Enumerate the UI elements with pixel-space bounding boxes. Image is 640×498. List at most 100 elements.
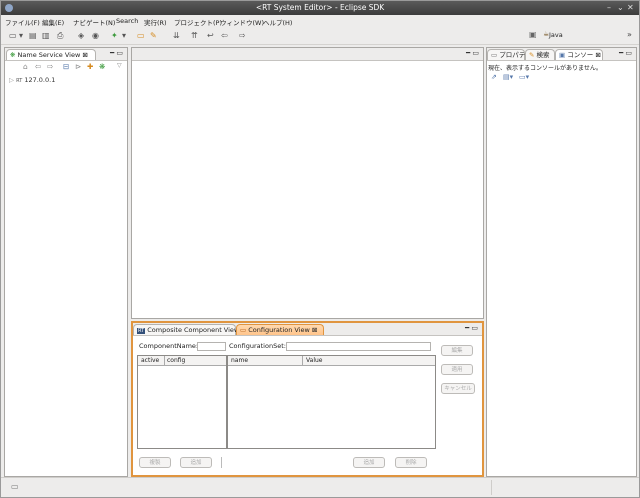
tab-search[interactable]: ✎ 検索 xyxy=(525,49,555,60)
forward-icon[interactable]: ⇨ xyxy=(239,31,246,40)
save-icon[interactable]: ▤ xyxy=(29,31,37,40)
menu-file[interactable]: ファイル(F) xyxy=(5,17,40,27)
delete-value-button[interactable]: 削除 xyxy=(395,457,427,468)
column-config[interactable]: config xyxy=(167,357,185,364)
java-perspective-icon: ☕ xyxy=(543,30,550,38)
minimize-icon[interactable]: – xyxy=(607,3,611,12)
tab-properties[interactable]: ▭ プロパテ xyxy=(487,49,525,60)
annotation-prev-icon[interactable]: ⇈ xyxy=(191,31,198,40)
apply-button[interactable]: 適用 xyxy=(441,364,473,375)
tab-properties-label: プロパテ xyxy=(499,51,526,59)
copy-set-button[interactable]: 複製 xyxy=(139,457,171,468)
column-value[interactable]: Value xyxy=(306,357,322,364)
run-dropdown-icon[interactable]: ▾ xyxy=(122,31,126,40)
column-divider xyxy=(164,356,165,365)
menu-bar: ファイル(F) 編集(E) ナビゲート(N) Search 実行(R) プロジェ… xyxy=(1,15,639,27)
rt-badge: RT xyxy=(16,78,23,84)
column-name[interactable]: name xyxy=(231,357,248,364)
status-bar: ▭ xyxy=(1,477,639,497)
tab-composite-label: Composite Component View xyxy=(147,326,240,334)
display-console-icon[interactable]: ▤▾ xyxy=(503,73,513,81)
dropdown-icon[interactable]: ▾ xyxy=(19,31,23,40)
editor-tabbar: ━ ▭ xyxy=(132,48,483,61)
add-set-button[interactable]: 追加 xyxy=(180,457,212,468)
save-all-icon[interactable]: ▥ xyxy=(42,31,50,40)
console-tabbar: ▭ プロパテ ✎ 検索 ▣ コンソー ⊠ ━ ▭ xyxy=(487,48,636,61)
menu-project[interactable]: プロジェクト(P) xyxy=(174,17,222,27)
menu-window[interactable]: ウィンドウ(W) xyxy=(220,17,264,27)
tree-item-label: 127.0.0.1 xyxy=(24,76,56,84)
collapse-icon[interactable]: ⊟ xyxy=(63,62,69,71)
eclipse-window: <RT System Editor> - Eclipse SDK – ⌄ ✕ フ… xyxy=(0,0,640,498)
maximize-icon[interactable]: ⌄ xyxy=(617,3,624,12)
console-icon: ▣ xyxy=(559,51,566,59)
tab-console[interactable]: ▣ コンソー ⊠ xyxy=(555,49,603,60)
editor-minmax-icon[interactable]: ━ ▭ xyxy=(466,49,479,57)
component-name-field[interactable] xyxy=(197,342,226,351)
refresh-icon[interactable]: ❋ xyxy=(99,62,105,71)
fast-view-icon[interactable]: ▭ xyxy=(11,482,19,491)
button-divider xyxy=(221,457,222,468)
name-service-tabbar: ❋ Name Service View ⊠ ━ ▭ xyxy=(5,48,127,61)
tab-name-service-view[interactable]: ❋ Name Service View ⊠ xyxy=(6,49,96,60)
menu-run[interactable]: 実行(R) xyxy=(144,17,167,27)
tree-expand-icon[interactable]: ▷ xyxy=(9,76,14,84)
forward-arrow-icon[interactable]: ⇨ xyxy=(47,62,53,71)
cancel-button[interactable]: キャンセル xyxy=(441,383,475,394)
last-edit-icon[interactable]: ↩ xyxy=(207,31,214,40)
name-service-view: ❋ Name Service View ⊠ ━ ▭ ⌂ ⇦ ⇨ ⊟ ⊳ ✚ ❋ … xyxy=(4,47,128,477)
status-divider xyxy=(491,480,492,495)
tab-console-label: コンソー xyxy=(567,51,594,59)
configuration-set-table[interactable]: active config xyxy=(137,355,227,449)
menu-edit[interactable]: 編集(E) xyxy=(42,17,64,27)
build-icon[interactable]: ◈ xyxy=(78,31,84,40)
back-arrow-icon[interactable]: ⇦ xyxy=(35,62,41,71)
console-message: 現在、表示するコンソールがありません。 xyxy=(488,65,602,72)
view-menu-icon[interactable]: ▽ xyxy=(117,62,122,69)
pin-console-icon[interactable]: ⇗ xyxy=(491,73,497,81)
annotation-next-icon[interactable]: ⇊ xyxy=(173,31,180,40)
add-name-server-icon[interactable]: ✚ xyxy=(87,62,93,71)
configuration-set-table-header: active config xyxy=(138,356,226,366)
back-icon[interactable]: ⇦ xyxy=(221,31,228,40)
menu-search[interactable]: Search xyxy=(116,17,138,25)
home-icon[interactable]: ⌂ xyxy=(23,62,28,71)
open-perspective-icon[interactable]: ▣ xyxy=(529,30,537,39)
column-active[interactable]: active xyxy=(141,357,159,364)
component-name-label: ComponentName: xyxy=(139,342,199,350)
open-console-icon[interactable]: ▭▾ xyxy=(519,73,529,81)
run-icon[interactable]: ✦ xyxy=(111,31,118,40)
configuration-set-field[interactable] xyxy=(286,342,431,351)
filter-icon[interactable]: ⊳ xyxy=(75,62,81,71)
print-icon[interactable]: ⎙ xyxy=(57,31,63,41)
configuration-panel: RT Composite Component View ▭ Configurat… xyxy=(131,321,484,477)
tree-item-host[interactable]: ▷ RT 127.0.0.1 xyxy=(9,76,55,84)
perspective-overflow[interactable]: » xyxy=(627,30,632,39)
perspective-java[interactable]: Java xyxy=(549,31,563,39)
open-folder-icon[interactable]: ▭ xyxy=(137,31,145,40)
view-minmax-icon[interactable]: ━ ▭ xyxy=(110,49,123,57)
pen-icon[interactable]: ✎ xyxy=(150,31,157,40)
name-service-icon: ❋ xyxy=(10,51,16,59)
menu-help[interactable]: ヘルプ(H) xyxy=(263,17,292,27)
console-minmax-icon[interactable]: ━ ▭ xyxy=(619,49,632,57)
menu-navigate[interactable]: ナビゲート(N) xyxy=(73,17,115,27)
close-icon[interactable]: ✕ xyxy=(627,3,634,12)
configuration-values-table-header: name Value xyxy=(228,356,435,366)
column-divider xyxy=(302,356,303,365)
tab-composite-component-view[interactable]: RT Composite Component View xyxy=(133,324,240,335)
add-value-button[interactable]: 追加 xyxy=(353,457,385,468)
close-tab-icon[interactable]: ⊠ xyxy=(312,326,317,334)
editor-area: ━ ▭ xyxy=(131,47,484,319)
configuration-tabbar: RT Composite Component View ▭ Configurat… xyxy=(133,323,482,336)
tab-configuration-view[interactable]: ▭ Configuration View ⊠ xyxy=(236,324,324,335)
configuration-minmax-icon[interactable]: ━ ▭ xyxy=(465,324,478,332)
close-tab-icon[interactable]: ⊠ xyxy=(82,51,87,59)
debug-icon[interactable]: ◉ xyxy=(92,31,99,40)
edit-button[interactable]: 編集 xyxy=(441,345,473,356)
close-tab-icon[interactable]: ⊠ xyxy=(595,51,600,59)
new-icon[interactable]: ▭ xyxy=(9,31,17,40)
configuration-values-table[interactable]: name Value xyxy=(227,355,436,449)
tab-search-label: 検索 xyxy=(536,51,550,59)
rt-icon: RT xyxy=(137,328,146,334)
